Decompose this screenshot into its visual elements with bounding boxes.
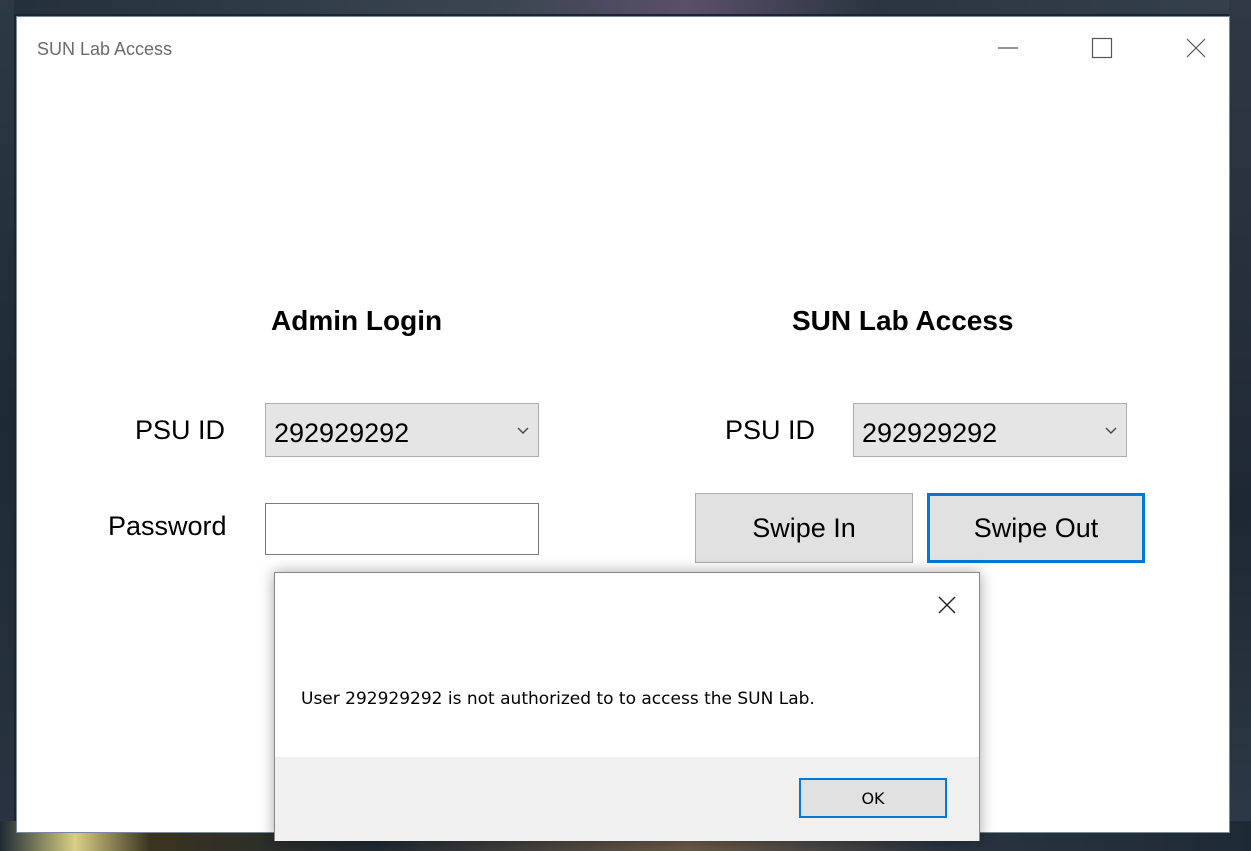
password-field[interactable] [265,503,539,555]
admin-psu-id-dropdown[interactable]: 292929292 [265,403,539,457]
chevron-down-icon [508,425,538,435]
desktop-background-left [0,0,14,851]
ok-button[interactable]: OK [799,778,947,818]
sun-lab-access-heading: SUN Lab Access [792,305,1014,336]
title-bar[interactable]: SUN Lab Access [17,17,1229,79]
maximize-icon [1091,37,1113,59]
minimize-icon [998,47,1018,49]
window-title: SUN Lab Access [37,39,173,59]
close-icon [1186,38,1206,58]
admin-psu-id-label: PSU ID [135,415,226,445]
access-psu-id-value: 292929292 [862,417,998,448]
swipe-out-button[interactable]: Swipe Out [927,493,1145,563]
admin-psu-id-value: 292929292 [274,417,410,448]
admin-login-heading: Admin Login [271,305,443,336]
maximize-button[interactable] [1073,25,1131,71]
access-psu-id-label: PSU ID [725,415,816,445]
chevron-down-icon [1096,425,1126,435]
desktop-background-top [0,0,1251,14]
dialog-close-button[interactable] [927,585,967,625]
dialog-message: User 292929292 is not authorized to to a… [301,689,815,709]
close-icon [938,596,956,614]
close-button[interactable] [1167,25,1225,71]
password-label: Password [108,511,227,541]
desktop-background-right [1229,0,1251,851]
minimize-button[interactable] [979,25,1037,71]
message-dialog: User 292929292 is not authorized to to a… [274,572,980,841]
access-psu-id-dropdown[interactable]: 292929292 [853,403,1127,457]
dialog-footer: OK [275,757,979,841]
swipe-in-button[interactable]: Swipe In [695,493,913,563]
